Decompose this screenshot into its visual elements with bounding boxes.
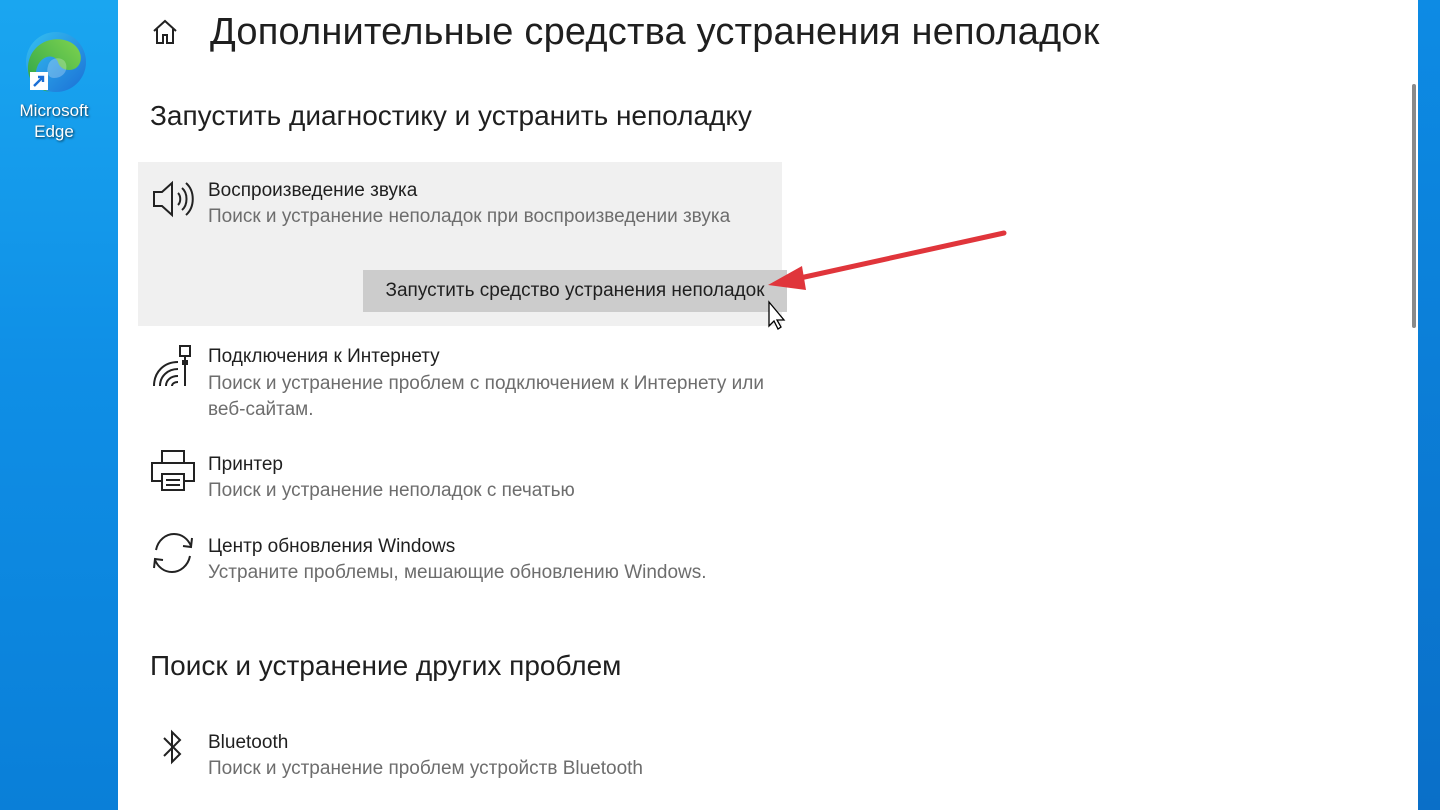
troubleshooter-windows-update[interactable]: Центр обновления Windows Устраните пробл… <box>138 530 782 594</box>
troubleshooter-description: Устраните проблемы, мешающие обновлению … <box>208 562 707 583</box>
troubleshooter-description: Поиск и устранение неполадок при воспрои… <box>208 206 731 227</box>
troubleshooter-title: Принтер <box>208 454 283 475</box>
section-title-run: Запустить диагностику и устранить непола… <box>150 100 752 131</box>
desktop-background-strip <box>1418 0 1440 810</box>
troubleshooter-title: Bluetooth <box>208 732 289 753</box>
bluetooth-icon <box>150 726 196 772</box>
desktop-icon-label: Microsoft Edge <box>19 101 89 141</box>
desktop-icon-edge[interactable]: Microsoft Edge <box>6 26 102 142</box>
troubleshooter-description: Поиск и устранение проблем с подключение… <box>208 373 764 420</box>
page-header: Дополнительные средства устранения непол… <box>150 6 1100 58</box>
troubleshooter-printer[interactable]: Принтер Поиск и устранение неполадок с п… <box>138 448 782 512</box>
run-troubleshooter-button[interactable]: Запустить средство устранения неполадок <box>363 270 787 312</box>
scrollbar[interactable] <box>1412 84 1416 328</box>
troubleshooter-title: Подключения к Интернету <box>208 346 440 367</box>
edge-logo-icon <box>18 26 90 98</box>
sync-icon <box>150 530 196 576</box>
troubleshooter-description: Поиск и устранение неполадок с печатью <box>208 480 575 501</box>
troubleshooter-bluetooth[interactable]: Bluetooth Поиск и устранение проблем уст… <box>138 726 782 790</box>
speaker-icon <box>150 176 196 222</box>
settings-window: Дополнительные средства устранения непол… <box>118 0 1418 810</box>
troubleshooter-sound[interactable]: Воспроизведение звука Поиск и устранение… <box>138 162 787 326</box>
printer-icon <box>150 448 196 494</box>
troubleshooter-title: Воспроизведение звука <box>208 180 418 201</box>
section-title-other: Поиск и устранение других проблем <box>150 650 622 681</box>
troubleshooter-internet[interactable]: Подключения к Интернету Поиск и устранен… <box>138 340 782 430</box>
troubleshooter-description: Поиск и устранение проблем устройств Blu… <box>208 758 643 779</box>
network-icon <box>150 342 196 388</box>
home-icon[interactable] <box>150 17 180 47</box>
troubleshooter-title: Центр обновления Windows <box>208 536 456 557</box>
page-title: Дополнительные средства устранения непол… <box>210 10 1100 53</box>
